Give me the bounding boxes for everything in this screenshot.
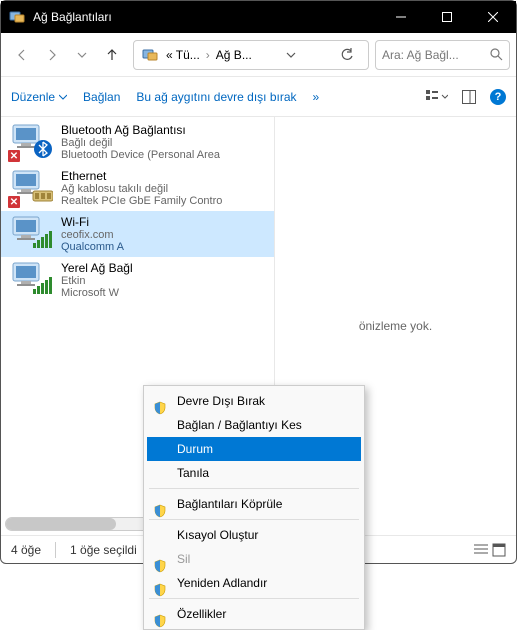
connection-icon: ✕ [9,169,53,207]
help-button[interactable]: ? [490,89,506,105]
menu-item[interactable]: Özellikler [147,602,361,626]
connection-status: Ağ kablosu takılı değil [61,183,222,195]
search-icon [490,48,503,61]
menu-item-label: Yeniden Adlandır [177,576,267,590]
network-connection-item[interactable]: ✕ EthernetAğ kablosu takılı değilRealtek … [1,165,274,211]
app-icon [9,9,25,25]
menu-separator [149,598,359,599]
connection-icon [9,215,53,253]
connection-device: Bluetooth Device (Personal Area [61,149,220,161]
address-bar[interactable]: « Tü... › Ağ B... [133,40,369,70]
connection-name: Yerel Ağ Bağl [61,261,133,275]
title-bar: Ağ Bağlantıları [1,1,516,33]
content-area: ✕ Bluetooth Ağ BağlantısıBağlı değilBluet… [1,117,516,535]
connection-name: Wi-Fi [61,215,124,229]
menu-item-label: Kısayol Oluştur [177,528,258,542]
network-connection-item[interactable]: ✕ Bluetooth Ağ BağlantısıBağlı değilBluet… [1,119,274,165]
menu-item[interactable]: Bağlantıları Köprüle [147,492,361,516]
connection-name: Ethernet [61,169,222,183]
item-count: 4 öğe [11,543,41,557]
chevron-right-icon[interactable]: › [204,48,212,62]
dropdown-icon[interactable] [286,50,310,60]
connection-icon [9,261,53,299]
minimize-button[interactable] [378,1,424,33]
menu-item-label: Durum [177,442,213,456]
menu-item[interactable]: Devre Dışı Bırak [147,389,361,413]
view-options-button[interactable] [426,90,448,104]
connection-status: Bağlı değil [61,137,220,149]
connect-button[interactable]: Bağlan [83,90,120,104]
context-menu: Devre Dışı Bırak Bağlan / Bağlantıyı Kes D… [143,385,365,630]
connection-device: Qualcomm A [61,241,124,253]
error-badge-icon: ✕ [7,149,21,163]
recent-dropdown[interactable] [67,40,97,70]
forward-button[interactable] [37,40,67,70]
menu-item-label: Tanıla [177,466,209,480]
navigation-bar: « Tü... › Ağ B... Ara: Ağ Bağl... [1,33,516,77]
menu-item-label: Devre Dışı Bırak [177,394,265,408]
menu-item: Sil [147,547,361,571]
details-view-button[interactable] [474,543,488,557]
connection-status: Etkin [61,275,133,287]
menu-separator [149,519,359,520]
location-icon [142,47,158,63]
separator [55,542,56,558]
menu-item[interactable]: Bağlan / Bağlantıyı Kes [147,413,361,437]
error-badge-icon: ✕ [7,195,21,209]
large-icons-view-button[interactable] [492,543,506,557]
close-button[interactable] [470,1,516,33]
menu-separator [149,488,359,489]
menu-item[interactable]: Durum [147,437,361,461]
organize-button[interactable]: Düzenle [11,90,67,104]
menu-item-label: Bağlan / Bağlantıyı Kes [177,418,302,432]
menu-item[interactable]: Kısayol Oluştur [147,523,361,547]
connection-status: ceofix.com [61,229,124,241]
maximize-button[interactable] [424,1,470,33]
menu-item-label: Özellikler [177,607,226,621]
breadcrumb-segment[interactable]: Ağ B... [212,48,256,62]
disable-device-button[interactable]: Bu ağ aygıtını devre dışı bırak [136,90,296,104]
connection-icon: ✕ [9,123,53,161]
window-title: Ağ Bağlantıları [33,10,378,24]
connection-name: Bluetooth Ağ Bağlantısı [61,123,220,137]
preview-pane-button[interactable] [462,90,476,104]
up-button[interactable] [97,40,127,70]
menu-item[interactable]: Tanıla [147,461,361,485]
network-connection-item[interactable]: Wi-Ficeofix.comQualcomm A [1,211,274,257]
command-bar: Düzenle Bağlan Bu ağ aygıtını devre dışı… [1,77,516,117]
menu-item-label: Bağlantıları Köprüle [177,497,282,511]
menu-item[interactable]: Yeniden Adlandır [147,571,361,595]
breadcrumb-segment[interactable]: « Tü... [162,48,204,62]
refresh-button[interactable] [340,48,364,62]
back-button[interactable] [7,40,37,70]
overflow-button[interactable]: » [313,90,320,104]
search-placeholder: Ara: Ağ Bağl... [382,48,490,62]
network-connection-item[interactable]: Yerel Ağ BağlEtkinMicrosoft W [1,257,274,303]
search-input[interactable]: Ara: Ağ Bağl... [375,40,510,70]
selection-count: 1 öğe seçildi [70,543,137,557]
connection-device: Microsoft W [61,287,133,299]
connection-device: Realtek PCIe GbE Family Contro [61,195,222,207]
